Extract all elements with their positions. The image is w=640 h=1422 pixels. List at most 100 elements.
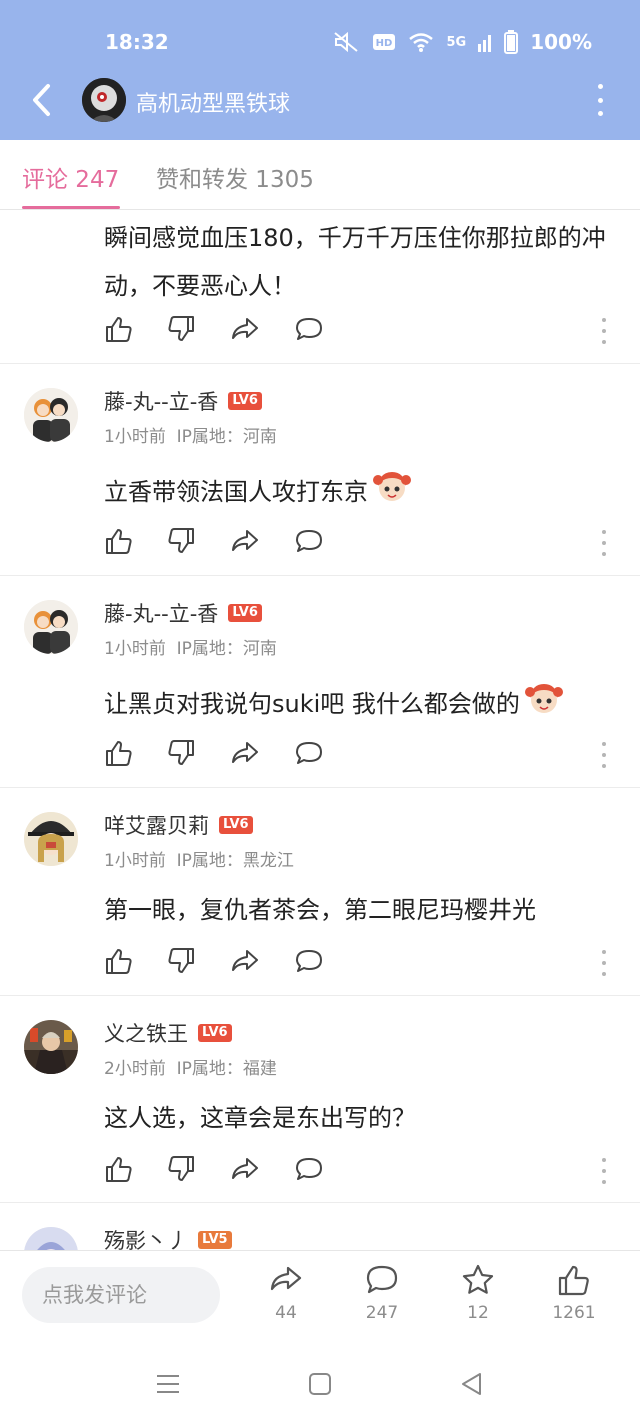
author-name[interactable]: 高机动型黑铁球 xyxy=(136,86,290,118)
battery-level: 100% xyxy=(530,30,592,54)
comment-meta: 1小时前 IP属地：黑龙江 xyxy=(104,846,294,871)
thumbs-down-icon xyxy=(168,1156,194,1181)
battery-icon xyxy=(504,30,519,54)
like-count: 1261 xyxy=(552,1303,596,1323)
dislike-button[interactable] xyxy=(166,526,196,556)
speech-bubble-icon xyxy=(296,742,322,764)
reply-button[interactable] xyxy=(294,526,324,556)
comment-username[interactable]: 藤-丸--立-香 LV6 xyxy=(104,386,262,416)
comment-item: 藤-丸--立-香 LV6 1小时前 IP属地：河南 让黑贞对我说句suki吧 我… xyxy=(0,576,640,788)
signal-icon xyxy=(478,35,492,52)
active-tab-indicator xyxy=(22,206,120,209)
reply-button[interactable] xyxy=(294,1154,324,1184)
favorite-button[interactable]: 12 xyxy=(443,1263,513,1323)
comment-username[interactable]: 殇影丶丿 LV5 xyxy=(104,1225,232,1250)
system-navigation-bar xyxy=(0,1342,640,1422)
share-button[interactable] xyxy=(230,738,260,768)
comment-actions xyxy=(104,1154,624,1188)
repost-button[interactable]: 44 xyxy=(251,1263,321,1323)
comment-more-button[interactable] xyxy=(600,950,608,976)
dislike-button[interactable] xyxy=(166,946,196,976)
comment-text: 第一眼，复仇者茶会，第二眼尼玛樱井光 xyxy=(104,896,536,924)
tab-comments[interactable]: 评论 247 xyxy=(22,160,119,194)
level-badge: LV6 xyxy=(228,604,262,622)
like-button[interactable] xyxy=(104,314,134,344)
comment-actions xyxy=(104,946,624,980)
chevron-left-icon xyxy=(33,84,50,116)
comment-input[interactable]: 点我发评论 xyxy=(22,1267,220,1323)
comment-actions xyxy=(104,314,624,348)
sticker-emoji-icon xyxy=(524,684,563,713)
comment-item: 瞬间感觉血压180，千万千万压住你那拉郎的冲动，不要恶心人！ xyxy=(0,210,640,364)
back-button[interactable] xyxy=(22,80,62,120)
share-button[interactable] xyxy=(230,314,260,344)
comment-more-button[interactable] xyxy=(600,742,608,768)
user-avatar[interactable] xyxy=(24,600,78,654)
comment-username[interactable]: 藤-丸--立-香 LV6 xyxy=(104,598,262,628)
tab-likes-reposts[interactable]: 赞和转发 1305 xyxy=(156,160,314,194)
user-avatar[interactable] xyxy=(24,1227,78,1250)
home-nav-button[interactable] xyxy=(306,1370,334,1398)
comment-username[interactable]: 咩艾露贝莉 LV6 xyxy=(104,810,253,840)
comment-meta: 1小时前 IP属地：河南 xyxy=(104,634,277,659)
like-button[interactable] xyxy=(104,1154,134,1184)
more-options-button[interactable] xyxy=(590,82,610,118)
author-avatar[interactable] xyxy=(82,78,126,122)
comment-list[interactable]: 瞬间感觉血压180，千万千万压住你那拉郎的冲动，不要恶心人！ 藤-丸--立-香 … xyxy=(0,210,640,1250)
share-icon xyxy=(232,530,258,551)
level-badge: LV5 xyxy=(198,1231,232,1249)
hd-icon: HD xyxy=(373,34,396,50)
speech-bubble-icon xyxy=(296,950,322,972)
menu-nav-button[interactable] xyxy=(154,1370,182,1398)
comment-item: 藤-丸--立-香 LV6 1小时前 IP属地：河南 立香带领法国人攻打东京 xyxy=(0,364,640,576)
reply-button[interactable] xyxy=(294,314,324,344)
like-button[interactable] xyxy=(104,526,134,556)
user-avatar[interactable] xyxy=(24,388,78,442)
thumbs-down-icon xyxy=(168,528,194,553)
back-nav-button[interactable] xyxy=(458,1370,486,1398)
comment-text: 这人选，这章会是东出写的？ xyxy=(104,1104,416,1132)
comment-time: 1小时前 xyxy=(104,851,166,871)
share-button[interactable] xyxy=(230,946,260,976)
comment-more-button[interactable] xyxy=(600,530,608,556)
reply-button[interactable] xyxy=(294,738,324,768)
like-button[interactable] xyxy=(104,738,134,768)
username-text: 殇影丶丿 xyxy=(104,1229,188,1250)
share-icon xyxy=(232,742,258,763)
comment-location: IP属地：河南 xyxy=(176,427,277,447)
username-text: 藤-丸--立-香 xyxy=(104,602,219,626)
reply-button[interactable] xyxy=(294,946,324,976)
thumbs-down-icon xyxy=(168,316,194,341)
status-icons: HD 5G 100% xyxy=(332,30,592,54)
comment-item: 义之铁王 LV6 2小时前 IP属地：福建 这人选，这章会是东出写的？ xyxy=(0,996,640,1203)
comment-button[interactable]: 247 xyxy=(347,1263,417,1323)
level-badge: LV6 xyxy=(219,816,253,834)
speech-bubble-icon xyxy=(296,530,322,552)
share-button[interactable] xyxy=(230,1154,260,1184)
tab-bar: 评论 247 赞和转发 1305 xyxy=(0,140,640,210)
comment-text: 瞬间感觉血压180，千万千万压住你那拉郎的冲动，不要恶心人！ xyxy=(104,224,606,300)
comment-more-button[interactable] xyxy=(600,1158,608,1184)
share-icon xyxy=(232,950,258,971)
dot xyxy=(597,84,603,89)
comment-meta: 2小时前 IP属地：福建 xyxy=(104,1054,277,1079)
dislike-button[interactable] xyxy=(166,738,196,768)
mute-icon xyxy=(334,31,359,53)
level-badge: LV6 xyxy=(198,1024,232,1042)
comment-location: IP属地：河南 xyxy=(176,639,277,659)
like-post-button[interactable]: 1261 xyxy=(539,1263,609,1323)
comment-actions xyxy=(104,738,624,772)
like-button[interactable] xyxy=(104,946,134,976)
comment-meta: 1小时前 IP属地：河南 xyxy=(104,422,277,447)
user-avatar[interactable] xyxy=(24,1020,78,1074)
share-button[interactable] xyxy=(230,526,260,556)
comment-username[interactable]: 义之铁王 LV6 xyxy=(104,1018,232,1048)
comment-more-button[interactable] xyxy=(600,318,608,344)
dislike-button[interactable] xyxy=(166,1154,196,1184)
comment-text: 让黑贞对我说句suki吧 我什么都会做的 xyxy=(104,690,520,718)
favorite-count: 12 xyxy=(467,1303,489,1323)
share-icon xyxy=(232,318,258,339)
user-avatar[interactable] xyxy=(24,812,78,866)
dislike-button[interactable] xyxy=(166,314,196,344)
network-type: 5G xyxy=(446,34,467,50)
